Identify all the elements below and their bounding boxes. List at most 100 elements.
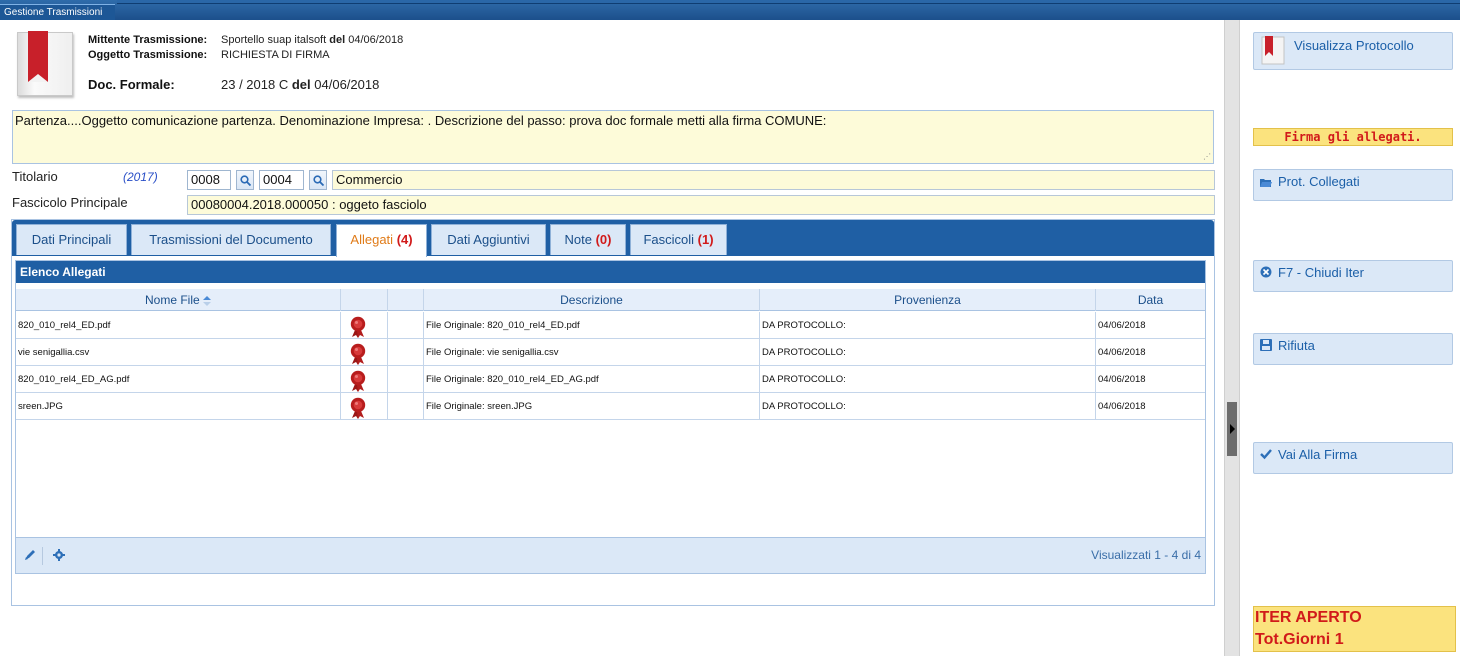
col-sign xyxy=(341,289,388,311)
doc-formale-value: 23 / 2018 C xyxy=(221,77,289,92)
tab-dati-principali[interactable]: Dati Principali xyxy=(16,224,127,255)
allegati-grid: Elenco Allegati Nome File Descrizione Pr… xyxy=(15,260,1206,574)
firma-allegati-note: Firma gli allegati. xyxy=(1253,128,1453,146)
gear-icon[interactable] xyxy=(53,549,65,561)
grid-header: Nome File Descrizione Provenienza Data xyxy=(16,289,1205,311)
cell-sign[interactable] xyxy=(341,366,388,393)
folder-open-icon xyxy=(1260,176,1272,191)
cell-data: 04/06/2018 xyxy=(1098,320,1146,331)
table-row[interactable]: vie senigallia.csv File Originale: vie se… xyxy=(16,339,1205,366)
tab-allegati[interactable]: Allegati (4) xyxy=(336,224,427,257)
mittente-value-row: Sportello suap italsoft del 04/06/2018 xyxy=(221,34,403,46)
mittente-label: Mittente Trasmissione: xyxy=(88,34,208,46)
resize-grip-icon[interactable]: ⋰ xyxy=(1203,153,1211,161)
chiudi-iter-label: F7 - Chiudi Iter xyxy=(1278,265,1364,280)
grid-caption: Elenco Allegati xyxy=(16,261,1205,283)
tabs-panel: Dati Principali Trasmissioni del Documen… xyxy=(11,219,1215,606)
document-icon xyxy=(1261,36,1287,69)
oggetto-label: Oggetto Trasmissione: xyxy=(88,49,208,61)
fascicolo-field[interactable]: 00080004.2018.000050 : oggeto fasciolo xyxy=(187,195,1215,215)
oggetto-row: Oggetto Trasmissione: xyxy=(88,49,207,61)
mittente-row: Mittente Trasmissione: xyxy=(88,34,207,46)
vai-alla-firma-button[interactable]: Vai Alla Firma xyxy=(1253,442,1453,474)
titolario-code2-input[interactable]: 0004 xyxy=(259,170,304,190)
prot-collegati-button[interactable]: Prot. Collegati xyxy=(1253,169,1453,201)
mittente-del: del xyxy=(329,34,346,46)
tab-label: Allegati xyxy=(350,232,394,247)
search-icon xyxy=(240,175,251,186)
titolario-label: Titolario xyxy=(12,169,58,184)
titolario-desc-field[interactable]: Commercio xyxy=(332,170,1215,190)
tab-fascicoli[interactable]: Fascicoli (1) xyxy=(630,224,727,255)
panel-splitter[interactable] xyxy=(1224,20,1240,656)
signature-seal-icon[interactable] xyxy=(348,397,368,419)
cell-descrizione: File Originale: sreen.JPG xyxy=(424,393,760,420)
cell-descrizione: File Originale: 820_010_rel4_ED_AG.pdf xyxy=(424,366,760,393)
description-textarea[interactable]: Partenza....Oggetto comunicazione parten… xyxy=(12,110,1214,164)
visualizza-protocollo-button[interactable]: Visualizza Protocollo xyxy=(1253,32,1453,70)
col-descrizione[interactable]: Descrizione xyxy=(424,289,760,311)
col-provenienza[interactable]: Provenienza xyxy=(760,289,1096,311)
titolario-code1-search-button[interactable] xyxy=(236,170,254,190)
pagination-info: Visualizzati 1 - 4 di 4 xyxy=(1091,548,1201,562)
cell-extra xyxy=(388,312,424,339)
titolario-code1-input[interactable]: 0008 xyxy=(187,170,231,190)
tab-label: Fascicoli xyxy=(643,232,695,247)
cell-descrizione: File Originale: vie senigallia.csv xyxy=(424,339,760,366)
chiudi-iter-button[interactable]: F7 - Chiudi Iter xyxy=(1253,260,1453,292)
tab-label: Dati Principali xyxy=(31,232,112,247)
tab-dati-aggiuntivi[interactable]: Dati Aggiuntivi xyxy=(431,224,546,255)
tab-count: (4) xyxy=(396,232,413,247)
grid-footer: Visualizzati 1 - 4 di 4 xyxy=(16,537,1205,573)
tab-trasmissioni[interactable]: Trasmissioni del Documento xyxy=(131,224,331,255)
cell-nome-file: 820_010_rel4_ED_AG.pdf xyxy=(16,366,341,393)
fascicolo-label: Fascicolo Principale xyxy=(12,195,128,210)
titlebar-strip xyxy=(117,0,1460,4)
titolario-code2-search-button[interactable] xyxy=(309,170,327,190)
table-row[interactable]: 820_010_rel4_ED.pdf File Originale: 820_0… xyxy=(16,312,1205,339)
cell-sign[interactable] xyxy=(341,339,388,366)
edit-pencil-icon[interactable] xyxy=(24,549,36,561)
table-row[interactable]: sreen.JPG File Originale: sreen.JPG DA PRO… xyxy=(16,393,1205,420)
cell-provenienza: DA PROTOCOLLO: xyxy=(760,312,1096,339)
description-text: Partenza....Oggetto comunicazione parten… xyxy=(15,113,827,128)
doc-formale-value-row: 23 / 2018 C del 04/06/2018 xyxy=(221,77,379,92)
mittente-value: Sportello suap italsoft xyxy=(221,34,327,46)
cell-extra xyxy=(388,339,424,366)
col-data[interactable]: Data xyxy=(1096,289,1205,311)
signature-seal-icon[interactable] xyxy=(348,343,368,365)
footer-separator xyxy=(42,547,43,565)
signature-seal-icon[interactable] xyxy=(348,316,368,338)
cell-sign[interactable] xyxy=(341,393,388,420)
cell-extra xyxy=(388,393,424,420)
oggetto-value: RICHIESTA DI FIRMA xyxy=(221,49,330,61)
collapse-arrow-icon[interactable] xyxy=(1227,402,1237,456)
tab-label: Dati Aggiuntivi xyxy=(447,232,530,247)
prot-collegati-label: Prot. Collegati xyxy=(1278,174,1360,189)
tab-count: (1) xyxy=(697,232,714,247)
close-circle-icon xyxy=(1260,266,1272,281)
vai-alla-firma-label: Vai Alla Firma xyxy=(1278,447,1358,462)
tab-count: (0) xyxy=(595,232,612,247)
table-row[interactable]: 820_010_rel4_ED_AG.pdf File Originale: 82… xyxy=(16,366,1205,393)
tab-label: Note xyxy=(564,232,592,247)
col-nome-file[interactable]: Nome File xyxy=(16,289,341,311)
cell-data: 04/06/2018 xyxy=(1098,374,1146,385)
cell-provenienza: DA PROTOCOLLO: xyxy=(760,393,1096,420)
cell-data: 04/06/2018 xyxy=(1098,401,1146,412)
col-nome-file-label: Nome File xyxy=(144,293,200,307)
search-icon xyxy=(313,175,324,186)
rifiuta-button[interactable]: Rifiuta xyxy=(1253,333,1453,365)
rifiuta-label: Rifiuta xyxy=(1278,338,1315,353)
col-extra xyxy=(388,289,424,311)
check-icon xyxy=(1260,448,1272,463)
doc-formale-date: 04/06/2018 xyxy=(314,77,380,92)
cell-sign[interactable] xyxy=(341,312,388,339)
window-tab[interactable]: Gestione Trasmissioni xyxy=(0,4,115,20)
document-protocol-icon xyxy=(17,31,73,96)
tab-note[interactable]: Note (0) xyxy=(550,224,626,255)
window-titlebar: Gestione Trasmissioni xyxy=(0,0,1460,20)
signature-seal-icon[interactable] xyxy=(348,370,368,392)
doc-formale-label: Doc. Formale: xyxy=(88,77,175,92)
tab-label: Trasmissioni del Documento xyxy=(149,232,313,247)
